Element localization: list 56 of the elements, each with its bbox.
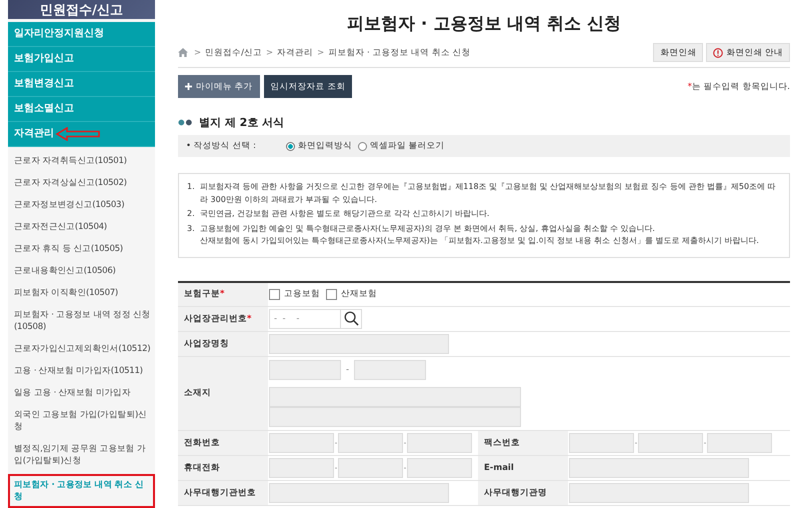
note-number: 1. (187, 181, 196, 193)
insurance-checkbox[interactable]: 산재보험 (326, 288, 377, 300)
form-label: 소재지 (178, 356, 268, 430)
breadcrumb-separator: > (266, 48, 274, 58)
insurance-checkbox[interactable]: 고용보험 (269, 288, 320, 300)
plus-icon (185, 83, 192, 90)
method-radio[interactable]: 화면입력방식 (286, 140, 352, 152)
breadcrumb-link[interactable]: 자격관리 (277, 46, 314, 58)
form-label: 휴대전화 (178, 455, 268, 480)
bullet-icon (178, 119, 193, 126)
note-text: 고용보험에 가입한 예술인 및 특수형태근로종사자(노무제공자)의 경우 본 화면에서 취득, 상실, 휴업사실을 취소할 수 있습니다. (200, 222, 656, 234)
note-number: 2. (187, 208, 196, 220)
form-label: 전화번호 (178, 430, 268, 455)
sidebar-item[interactable]: 근로내용확인신고(10506) (8, 260, 155, 282)
breadcrumb-link[interactable]: 피보험자 · 고용정보 내역 취소 신청 (328, 46, 470, 58)
required-note: *는 필수입력 항목입니다. (688, 80, 790, 92)
note-text: 산재보험에 동시 가입되어있는 특수형태근로종사자(노무제공자)는 「피보험자.고용정보 및 입.이직 정보 내용 취소 신청서」를 별도로 제출하시기 바랍니다. (200, 235, 759, 247)
sidebar-item[interactable]: 근로자전근신고(10504) (8, 216, 155, 238)
breadcrumb-link[interactable]: 민원접수/신고 (205, 46, 262, 58)
sidebar-item[interactable]: 근로자정보변경신고(10503) (8, 194, 155, 216)
sidebar-item[interactable]: 일용 고용 · 산재보험 미가입자 (8, 382, 155, 404)
print-button[interactable]: 화면인쇄 (653, 43, 704, 62)
breadcrumb-separator: > (194, 48, 202, 58)
sidebar-item[interactable]: 외국인 고용보험 가입(가입탈퇴)신청 (8, 404, 155, 438)
sidebar-item[interactable]: 근로자 휴직 등 신고(10505) (8, 238, 155, 260)
section-title: 별지 제 2호 서식 (199, 115, 284, 130)
action-button[interactable]: 임시저장자료 조회 (264, 75, 352, 98)
note-text: 국민연금, 건강보험 관련 사항은 별도로 해당기관으로 각각 신고하시기 바랍니다. (200, 208, 490, 220)
sidebar-item[interactable]: 별정직,임기제 공무원 고용보험 가입(가입탈퇴)신청 (8, 438, 155, 472)
number-field[interactable]: - - - (269, 308, 341, 328)
form-label: 사업장관리번호* (178, 306, 268, 331)
action-button[interactable]: 마이메뉴 추가 (178, 75, 260, 98)
note-number: 3. (187, 222, 196, 234)
sidebar-title: 민원접수/신고 (40, 2, 123, 18)
page-title: 피보험자 · 고용정보 내역 취소 신청 (346, 13, 622, 35)
alert-icon (713, 48, 724, 58)
note-text: 피보험자격 등에 관한 사항을 거짓으로 신고한 경우에는『고용보험법』제118조 및『고용보험 및 산업재해보상보험의 보험료 징수 등에 관한 법률』제50조에 따라 300만원 이하의 과태료가 부과될 수 있습니다. (200, 181, 777, 206)
sidebar-item[interactable]: 근로자가입신고제외확인서(10512) (8, 338, 155, 360)
separator-text: - (346, 364, 350, 374)
form-label: 팩스번호 (478, 430, 568, 455)
sidebar-item[interactable]: 피보험자 · 고용정보 내역 정정 신청(10508) (8, 304, 155, 338)
home-icon[interactable] (178, 48, 188, 57)
search-button[interactable] (341, 308, 362, 328)
form-label: 사업장명칭 (178, 331, 268, 356)
sidebar-item[interactable]: 근로자 자격취득신고(10501) (8, 150, 155, 172)
form-label: E-mail (478, 455, 568, 480)
breadcrumb-separator: > (317, 48, 324, 58)
sidebar-item[interactable]: 고용 · 산재보험 미가입자(10511) (8, 360, 155, 382)
method-label: • 작성방식 선택 : (186, 140, 257, 152)
sidebar-item[interactable]: 근로자 자격상실신고(10502) (8, 172, 155, 194)
form-label: 보험구분* (178, 282, 268, 306)
form-label: 사무대행기관명 (478, 480, 568, 505)
form-label: 사무대행기관번호 (178, 480, 268, 505)
sidebar-item[interactable]: 피보험자 이직확인(10507) (8, 282, 155, 304)
method-radio[interactable]: 엑셀파일 불러오기 (358, 140, 445, 152)
print-button[interactable]: 화면인쇄 안내 (706, 43, 790, 62)
